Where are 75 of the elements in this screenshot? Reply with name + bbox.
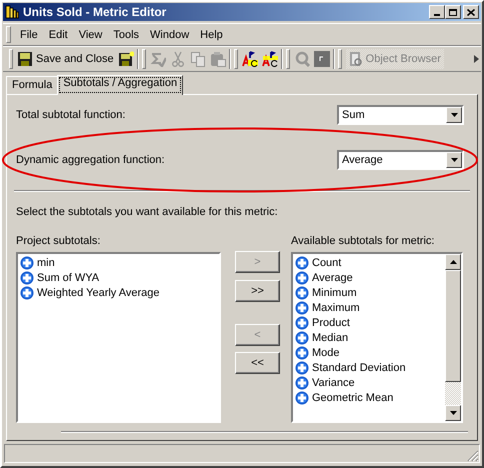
list-item[interactable]: Mode xyxy=(295,345,443,360)
list-item[interactable]: Average xyxy=(295,270,443,285)
list-item[interactable]: Count xyxy=(295,255,443,270)
plus-icon xyxy=(295,316,309,330)
list-item[interactable]: Variance xyxy=(295,375,443,390)
plus-icon xyxy=(295,330,309,344)
plus-icon xyxy=(295,270,309,284)
list-item[interactable]: Product xyxy=(295,315,443,330)
tab[interactable]: Subtotals / Aggregation xyxy=(57,75,184,95)
menu-item[interactable]: Tools xyxy=(108,26,146,42)
list-item[interactable]: Weighted Yearly Average xyxy=(20,285,217,300)
cut-icon xyxy=(170,51,186,67)
list-item[interactable]: Geometric Mean xyxy=(295,390,443,405)
dropdown-arrow-button[interactable] xyxy=(446,152,462,168)
plus-icon xyxy=(20,270,34,284)
caret-icon xyxy=(450,158,458,162)
plus-icon xyxy=(295,360,309,374)
field-label: Total subtotal function: xyxy=(16,109,126,121)
menu-item[interactable]: View xyxy=(74,26,108,42)
spell-button[interactable] xyxy=(240,49,260,69)
maximize-button[interactable] xyxy=(445,5,461,19)
menu-item[interactable]: File xyxy=(15,26,44,42)
plus-icon xyxy=(20,256,34,270)
dropdown[interactable]: Sum xyxy=(337,105,464,125)
close-icon xyxy=(467,8,475,16)
scrollbar[interactable] xyxy=(445,254,461,421)
list-item[interactable]: Sum of WYA xyxy=(20,270,217,285)
plus-icon xyxy=(295,286,309,300)
spell-alt-button[interactable] xyxy=(260,49,280,69)
list-item[interactable]: Minimum xyxy=(295,285,443,300)
list-item[interactable]: Median xyxy=(295,330,443,345)
dropdown-arrow-button[interactable] xyxy=(446,107,462,123)
instruction-text: Select the subtotals you want available for this metric: xyxy=(16,206,279,218)
plus-icon xyxy=(295,256,309,270)
spell-check-icon xyxy=(262,51,278,67)
plus-icon xyxy=(295,390,309,404)
close-button[interactable] xyxy=(463,5,479,19)
list-item[interactable]: Maximum xyxy=(295,300,443,315)
book-icon xyxy=(348,51,363,67)
field-label: Dynamic aggregation function: xyxy=(16,154,165,166)
sum-check-icon xyxy=(150,51,166,67)
save-and-close-button[interactable]: Save and Close xyxy=(15,49,116,69)
minimize-button[interactable] xyxy=(429,5,445,19)
scrollbar-thumb[interactable] xyxy=(445,270,461,382)
list-item[interactable]: min xyxy=(20,255,217,270)
stop-button[interactable] xyxy=(312,49,332,69)
copy-icon xyxy=(190,51,206,67)
paste-icon xyxy=(210,51,226,67)
chevron-icon[interactable] xyxy=(474,55,479,63)
menu-item[interactable]: Window xyxy=(145,26,196,42)
transfer-button[interactable]: << xyxy=(235,352,280,374)
menu-item[interactable]: Help xyxy=(195,26,229,42)
down-arrow-icon xyxy=(450,411,456,415)
plus-icon xyxy=(20,286,34,300)
window-title: Units Sold - Metric Editor xyxy=(23,5,168,19)
search-icon xyxy=(294,51,310,67)
plus-icon xyxy=(295,300,309,314)
dropdown[interactable]: Average xyxy=(337,150,464,170)
tab[interactable]: Formula xyxy=(6,76,58,94)
up-arrow-icon xyxy=(450,260,456,264)
plus-icon xyxy=(295,346,309,360)
transfer-button[interactable]: >> xyxy=(235,280,280,302)
plus-icon xyxy=(295,376,309,390)
scroll-down-button[interactable] xyxy=(445,405,461,421)
books-icon xyxy=(5,5,19,19)
square-icon xyxy=(314,51,330,67)
list-label: Project subtotals: xyxy=(16,235,102,247)
spell-check-icon xyxy=(242,51,258,67)
maximize-icon xyxy=(449,8,457,16)
resize-grip-icon[interactable] xyxy=(467,450,479,462)
caret-icon xyxy=(450,113,458,117)
scroll-up-button[interactable] xyxy=(445,254,461,270)
list-label: Available subtotals for metric: xyxy=(291,235,436,247)
menu-item[interactable]: Edit xyxy=(44,26,74,42)
list-item[interactable]: Standard Deviation xyxy=(295,360,443,375)
